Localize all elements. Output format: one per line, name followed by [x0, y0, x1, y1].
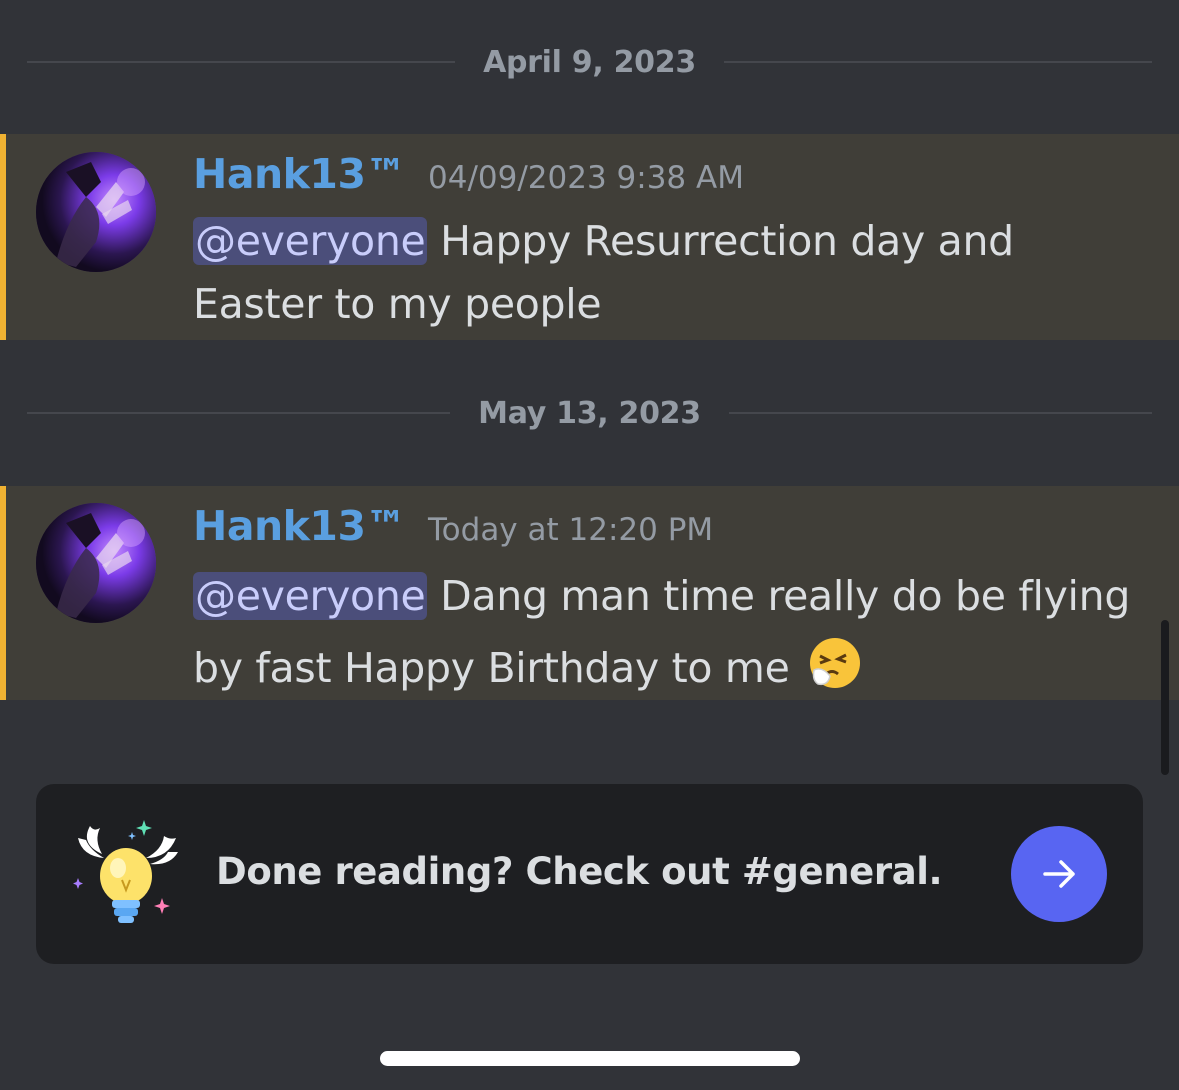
avatar-image [36, 152, 156, 272]
message-header: Hank13™ 04/09/2023 9:38 AM [193, 150, 744, 198]
message-text: Happy Resurrection day and [427, 217, 1014, 265]
arrow-right-icon [1043, 860, 1075, 888]
avatar[interactable] [36, 503, 156, 623]
sneezing-face-emoji-icon [810, 638, 861, 688]
everyone-mention[interactable]: @everyone [193, 572, 428, 620]
mention-highlight-bar [0, 134, 6, 340]
done-reading-text: Done reading? Check out #general. [216, 850, 943, 893]
date-divider: April 9, 2023 [27, 42, 1152, 82]
message-timestamp: 04/09/2023 9:38 AM [428, 160, 744, 196]
date-divider-label: April 9, 2023 [483, 44, 696, 80]
mention-highlight-bar [0, 486, 6, 700]
divider-line [723, 61, 1152, 63]
message-content: @everyone Dang man time really do be fly… [193, 560, 1139, 704]
home-indicator[interactable] [380, 1051, 800, 1066]
divider-line [728, 412, 1153, 414]
message-highlighted[interactable]: Hank13™ Today at 12:20 PM @everyone Dang… [0, 486, 1179, 700]
avatar[interactable] [36, 152, 156, 272]
message-header: Hank13™ Today at 12:20 PM [193, 502, 713, 550]
divider-line [27, 412, 451, 414]
message-text: Dang man time really do be flying [427, 572, 1131, 620]
scrollbar-thumb[interactable] [1161, 620, 1169, 775]
divider-line [27, 61, 456, 63]
date-divider-label: May 13, 2023 [478, 395, 701, 431]
everyone-mention[interactable]: @everyone [193, 217, 428, 265]
message-timestamp: Today at 12:20 PM [428, 512, 714, 548]
go-to-channel-button[interactable] [1011, 826, 1107, 922]
chat-screen: April 9, 2023 Hank13™ 04/09/2023 9:38 AM… [0, 0, 1179, 1090]
username[interactable]: Hank13™ [193, 502, 407, 550]
avatar-image [36, 503, 156, 623]
message-content: @everyone Happy Resurrection day and Eas… [193, 210, 1139, 336]
done-reading-banner[interactable]: Done reading? Check out #general. [36, 784, 1143, 964]
winged-lightbulb-icon [73, 820, 178, 923]
message-text: Easter to my people [193, 280, 602, 328]
username[interactable]: Hank13™ [193, 150, 407, 198]
message-text: by fast Happy Birthday to me [193, 644, 790, 692]
message-highlighted[interactable]: Hank13™ 04/09/2023 9:38 AM @everyone Hap… [0, 134, 1179, 340]
date-divider: May 13, 2023 [27, 393, 1153, 433]
